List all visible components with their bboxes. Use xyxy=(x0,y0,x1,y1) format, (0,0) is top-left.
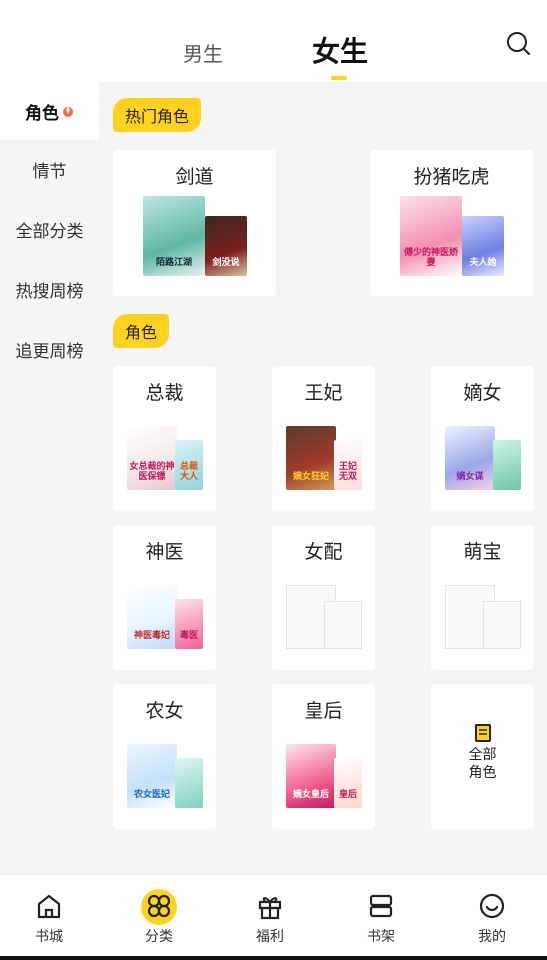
bottom-navigation: 书城 分类 福利 书架 我的 xyxy=(0,874,547,960)
bookshelf-icon xyxy=(369,894,393,918)
nav-profile[interactable]: 我的 xyxy=(452,875,532,960)
nav-label: 书架 xyxy=(367,929,395,945)
hot-card-sword[interactable]: 剑道 陌路江湖 剑没说 xyxy=(113,150,276,296)
book-cover[interactable]: 嫡女皇后 xyxy=(286,744,336,808)
top-header: 男生 女生 xyxy=(0,0,547,82)
card-title: 嫡女 xyxy=(463,382,502,404)
fire-icon xyxy=(63,107,73,117)
book-cover[interactable]: 毒医 xyxy=(175,599,203,649)
profile-icon xyxy=(479,893,505,919)
book-cover[interactable]: 陌路江湖 xyxy=(143,196,205,276)
book-cover[interactable]: 神医毒妃 xyxy=(127,585,177,649)
all-roles-label: 全部 角色 xyxy=(468,747,497,782)
cover-placeholder xyxy=(483,601,521,649)
nav-label: 福利 xyxy=(256,929,284,945)
sidebar-item-label: 角色 xyxy=(25,103,59,124)
role-card-cute-baby[interactable]: 萌宝 xyxy=(431,525,534,670)
role-card-legitimate-daughter[interactable]: 嫡女 嫡女谋 xyxy=(431,366,534,511)
cover-placeholder xyxy=(324,601,362,649)
role-card-princess[interactable]: 王妃 嫡女狂妃 王妃无双 xyxy=(272,366,375,511)
card-title: 皇后 xyxy=(304,700,343,722)
role-card-ceo[interactable]: 总裁 女总裁的神医保镖 总裁大人 xyxy=(113,366,216,511)
card-title: 王妃 xyxy=(304,382,343,404)
book-cover[interactable]: 农女医妃 xyxy=(127,744,177,808)
nav-label: 分类 xyxy=(145,929,173,945)
book-cover[interactable]: 王妃无双 xyxy=(334,440,362,490)
home-icon xyxy=(37,894,61,919)
book-cover[interactable]: 总裁大人 xyxy=(175,440,203,490)
card-title: 女配 xyxy=(304,541,343,563)
tab-female[interactable]: 女生 xyxy=(312,30,368,70)
sidebar-item-role[interactable]: 角色 xyxy=(0,82,99,140)
search-icon xyxy=(507,32,530,55)
nav-bookstore[interactable]: 书城 xyxy=(9,875,89,960)
book-cover[interactable]: 剑没说 xyxy=(205,216,247,276)
nav-label: 我的 xyxy=(478,929,506,945)
sidebar-item-plot[interactable]: 情节 xyxy=(0,140,99,198)
role-card-empress[interactable]: 皇后 嫡女皇后 皇后 xyxy=(272,684,375,829)
card-title: 神医 xyxy=(145,541,184,563)
nav-label: 书城 xyxy=(35,929,63,945)
search-button[interactable] xyxy=(505,30,533,58)
card-title: 扮猪吃虎 xyxy=(413,166,490,188)
sidebar-item-hot-search[interactable]: 热搜周榜 xyxy=(0,260,99,318)
role-card-doctor[interactable]: 神医 神医毒妃 毒医 xyxy=(113,525,216,670)
hot-card-pig-tiger[interactable]: 扮猪吃虎 傅少的神医娇妻 夫人她 xyxy=(370,150,533,296)
category-sidebar: 角色 情节 全部分类 热搜周榜 追更周榜 xyxy=(0,82,99,874)
sidebar-item-follow-ranking[interactable]: 追更周榜 xyxy=(0,320,99,378)
card-title: 萌宝 xyxy=(463,541,502,563)
sidebar-item-label: 热搜周榜 xyxy=(15,281,84,302)
role-section-tag: 角色 xyxy=(113,314,170,348)
book-cover[interactable]: 夫人她 xyxy=(462,216,504,276)
book-cover[interactable]: 女总裁的神医保镖 xyxy=(127,426,177,490)
book-cover[interactable] xyxy=(175,758,203,808)
book-cover[interactable]: 嫡女谋 xyxy=(445,426,495,490)
sidebar-item-label: 全部分类 xyxy=(15,221,84,242)
content-area: 热门角色 剑道 陌路江湖 剑没说 扮猪吃虎 傅少的神医娇妻 夫人她 角色 总裁 … xyxy=(99,82,547,874)
system-bottom-bar xyxy=(0,956,547,960)
book-cover[interactable] xyxy=(493,440,521,490)
card-title: 农女 xyxy=(145,700,184,722)
nav-bookshelf[interactable]: 书架 xyxy=(341,875,421,960)
sidebar-item-all-categories[interactable]: 全部分类 xyxy=(0,200,99,258)
document-icon xyxy=(475,724,491,742)
tab-male[interactable]: 男生 xyxy=(183,38,223,67)
category-icon xyxy=(147,894,171,918)
book-cover[interactable]: 嫡女狂妃 xyxy=(286,426,336,490)
card-title: 剑道 xyxy=(175,166,214,188)
sidebar-item-label: 追更周榜 xyxy=(15,341,84,362)
all-roles-card[interactable]: 全部 角色 xyxy=(431,684,534,829)
card-title: 总裁 xyxy=(145,382,184,404)
book-cover[interactable]: 傅少的神医娇妻 xyxy=(400,196,462,276)
nav-category[interactable]: 分类 xyxy=(119,875,199,960)
nav-welfare[interactable]: 福利 xyxy=(230,875,310,960)
sidebar-item-label: 情节 xyxy=(32,161,67,182)
gift-icon xyxy=(258,897,282,920)
book-cover[interactable]: 皇后 xyxy=(334,758,362,808)
active-tab-indicator xyxy=(331,76,347,80)
role-card-farm-girl[interactable]: 农女 农女医妃 xyxy=(113,684,216,829)
role-card-supporting-female[interactable]: 女配 xyxy=(272,525,375,670)
hot-section-tag: 热门角色 xyxy=(113,98,202,132)
